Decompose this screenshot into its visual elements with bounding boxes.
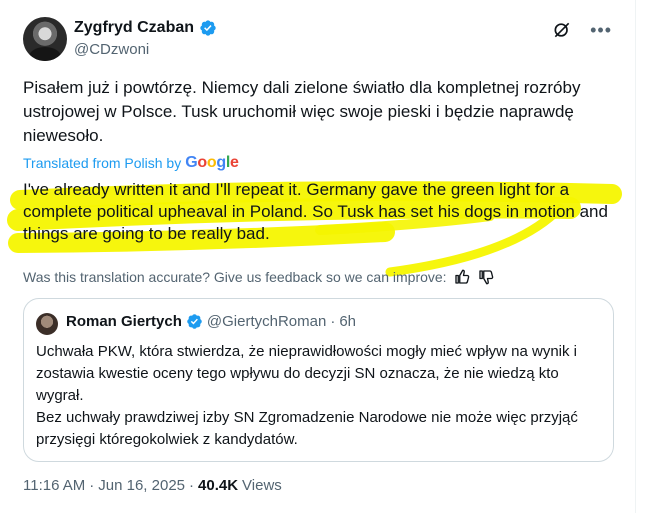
quoted-text-line2: Bez uchwały prawdziwej izby SN Zgromadze… bbox=[36, 409, 578, 448]
quoted-post[interactable]: Roman Giertych @GiertychRoman · 6h Uchwa… bbox=[23, 298, 614, 462]
more-icon[interactable]: ••• bbox=[590, 21, 612, 39]
views-count: 40.4K bbox=[198, 477, 239, 494]
post-footer: 11:16 AM · Jun 16, 2025 · 40.4K Views bbox=[23, 477, 282, 494]
post-time[interactable]: 11:16 AM bbox=[23, 477, 85, 494]
post-text: Pisałem już i powtórzę. Niemcy dali ziel… bbox=[23, 78, 581, 145]
grok-icon[interactable] bbox=[552, 20, 572, 40]
post-date[interactable]: Jun 16, 2025 bbox=[98, 477, 185, 494]
author-avatar[interactable] bbox=[23, 17, 67, 61]
quoted-separator: · bbox=[330, 313, 336, 330]
post-actions-top: ••• bbox=[552, 20, 612, 40]
translation-text: I've already written it and I'll repeat … bbox=[23, 180, 608, 243]
quoted-text: Uchwała PKW, która stwierdza, że niepraw… bbox=[36, 341, 596, 451]
footer-separator: · bbox=[189, 477, 195, 494]
quoted-handle: @GiertychRoman bbox=[206, 313, 327, 330]
quoted-author-row: Roman Giertych @GiertychRoman · 6h bbox=[66, 313, 356, 330]
translation-feedback: Was this translation accurate? Give us f… bbox=[23, 268, 495, 286]
footer-separator: · bbox=[89, 477, 95, 494]
quoted-author-avatar bbox=[36, 313, 58, 335]
author-display-name[interactable]: Zygfryd Czaban bbox=[74, 19, 194, 37]
views-label: Views bbox=[242, 477, 282, 494]
author-name-row: Zygfryd Czaban bbox=[74, 19, 217, 37]
thumbs-down-icon[interactable] bbox=[477, 268, 495, 286]
quoted-text-line1: Uchwała PKW, która stwierdza, że niepraw… bbox=[36, 343, 578, 404]
thumbs-up-icon[interactable] bbox=[453, 268, 471, 286]
verified-badge-icon bbox=[187, 314, 202, 329]
verified-badge-icon bbox=[200, 20, 216, 36]
quoted-time: 6h bbox=[339, 313, 356, 330]
author-handle[interactable]: @CDzwoni bbox=[74, 41, 149, 58]
quoted-display-name: Roman Giertych bbox=[66, 313, 182, 330]
feedback-prompt: Was this translation accurate? Give us f… bbox=[23, 269, 447, 285]
